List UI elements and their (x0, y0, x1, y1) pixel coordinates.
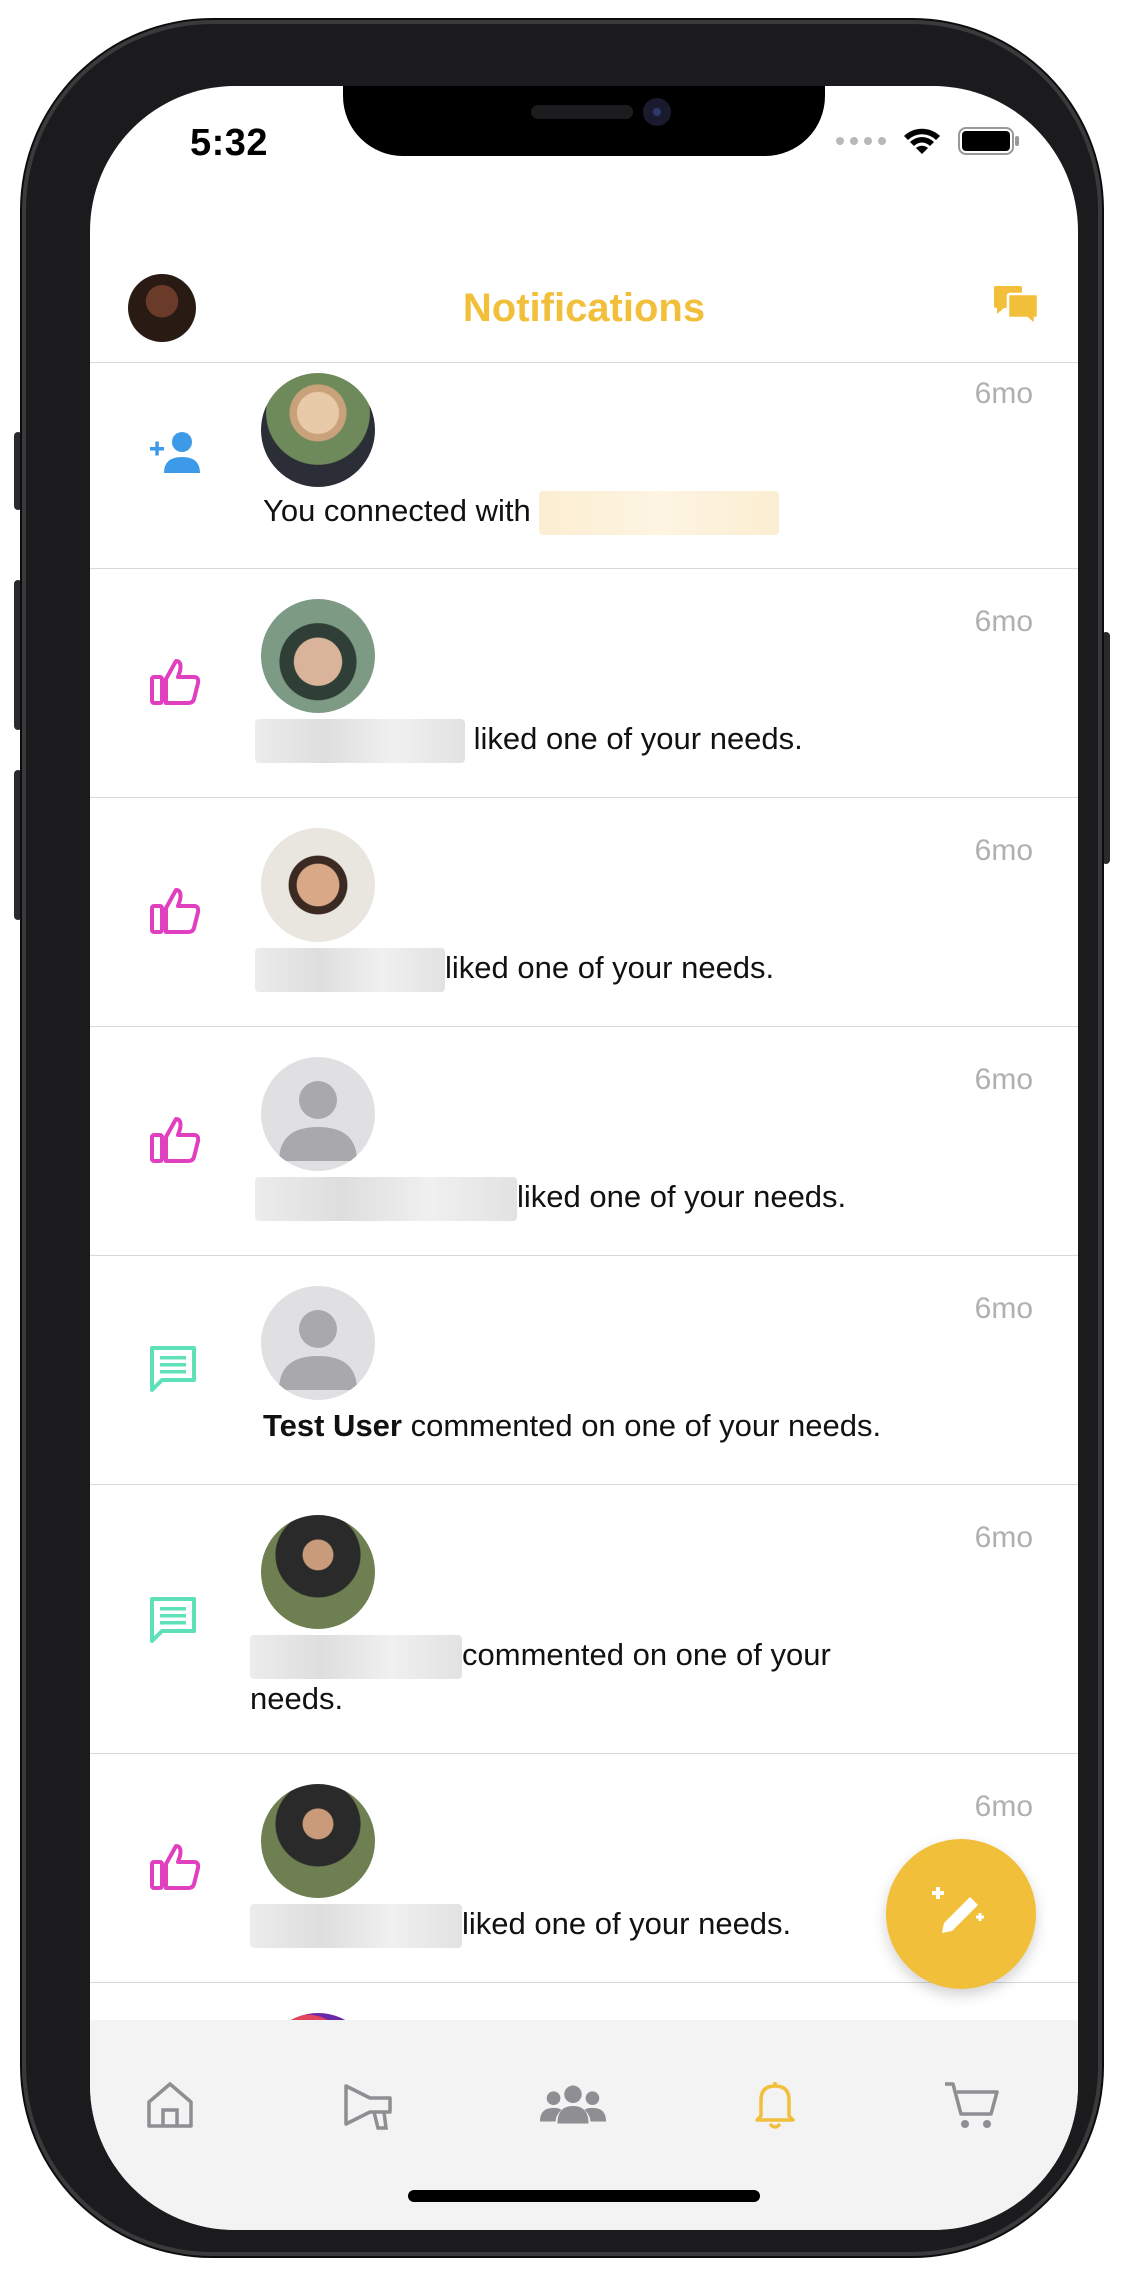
notification-time: 6mo (974, 1063, 1033, 1096)
notification-time: 6mo (974, 377, 1033, 410)
nav-header: Notifications (90, 182, 1078, 362)
notification-time: 6mo (974, 1292, 1033, 1325)
notification-time: 6mo (974, 605, 1033, 638)
status-indicators (836, 126, 1020, 156)
user-name[interactable]: Test User (263, 1408, 402, 1443)
avatar (261, 828, 375, 942)
front-camera (643, 98, 671, 126)
notch (343, 86, 825, 156)
avatar (261, 1515, 375, 1629)
notification-suffix: liked one of your needs. (465, 721, 803, 757)
redacted-name (250, 1904, 462, 1948)
compose-button[interactable] (886, 1839, 1036, 1989)
notification-suffix: liked one of your needs. (517, 1179, 847, 1215)
redacted-name (255, 948, 445, 992)
tab-notifications[interactable] (740, 2070, 810, 2140)
notification-text: commented on one of your needs. (250, 1635, 918, 1719)
wifi-icon (904, 128, 940, 154)
phone-frame: 5:32 Notifications 6mo You connected wit… (22, 20, 1102, 2256)
redacted-name (255, 719, 465, 763)
speaker (531, 105, 633, 119)
notification-list: 6mo You connected with 6mo liked one of … (90, 362, 1078, 2127)
avatar (261, 599, 375, 713)
group-icon (539, 2085, 607, 2124)
notification-row[interactable]: 6mo Test User commented on one of your n… (90, 1255, 1078, 1484)
cart-icon (945, 2082, 999, 2128)
notification-suffix: liked one of your needs. (462, 1906, 792, 1942)
notification-row[interactable]: 6mo liked one of your needs. (90, 797, 1078, 1026)
comment-icon (148, 1344, 198, 1399)
notification-row[interactable]: 6mo liked one of your needs. (90, 568, 1078, 797)
bell-icon (755, 2082, 795, 2129)
megaphone-icon (344, 2084, 392, 2130)
notification-suffix: commented on one of your needs. (402, 1408, 882, 1443)
default-avatar-icon (261, 1057, 375, 1171)
notification-row[interactable]: 6mo liked one of your needs. (90, 1026, 1078, 1255)
notification-row[interactable]: 6mo You connected with (90, 362, 1078, 568)
notification-time: 6mo (974, 834, 1033, 867)
redacted-name (255, 1177, 517, 1221)
redacted-name (539, 491, 780, 535)
avatar (261, 373, 375, 487)
home-icon (147, 2082, 193, 2128)
thumbs-up-icon (148, 886, 202, 939)
default-avatar-icon (261, 1286, 375, 1400)
notification-time: 6mo (974, 1521, 1033, 1554)
thumbs-up-icon (148, 1842, 202, 1895)
notification-time: 6mo (974, 1790, 1033, 1823)
redacted-name (250, 1635, 462, 1679)
notification-text: liked one of your needs. (255, 1177, 978, 1221)
notification-text: Test User commented on one of your needs… (263, 1406, 978, 1446)
notification-text: liked one of your needs. (255, 948, 978, 992)
chat-bubbles-icon[interactable] (992, 284, 1040, 333)
battery-icon (958, 127, 1019, 155)
thumbs-up-icon (148, 657, 202, 710)
signal-dots-icon (836, 137, 886, 145)
notification-text: liked one of your needs. (255, 719, 978, 763)
compose-icon (932, 1887, 984, 1933)
avatar (261, 1784, 375, 1898)
page-title: Notifications (462, 286, 706, 330)
tab-groups[interactable] (538, 2070, 608, 2140)
notification-row[interactable]: 6mo commented on one of your needs. (90, 1484, 1078, 1753)
app-screen: 5:32 Notifications 6mo You connected wit… (90, 86, 1078, 2230)
tab-home[interactable] (135, 2070, 205, 2140)
tab-announcements[interactable] (335, 2070, 405, 2140)
comment-icon (148, 1595, 198, 1650)
add-person-icon (148, 429, 206, 480)
status-time: 5:32 (190, 122, 269, 164)
thumbs-up-icon (148, 1115, 202, 1168)
notification-prefix: You connected with (263, 493, 540, 529)
notification-text: You connected with (263, 491, 978, 535)
tab-cart[interactable] (938, 2070, 1008, 2140)
home-indicator[interactable] (408, 2190, 760, 2202)
notification-text: liked one of your needs. (250, 1904, 978, 1948)
notification-suffix: liked one of your needs. (445, 950, 775, 986)
